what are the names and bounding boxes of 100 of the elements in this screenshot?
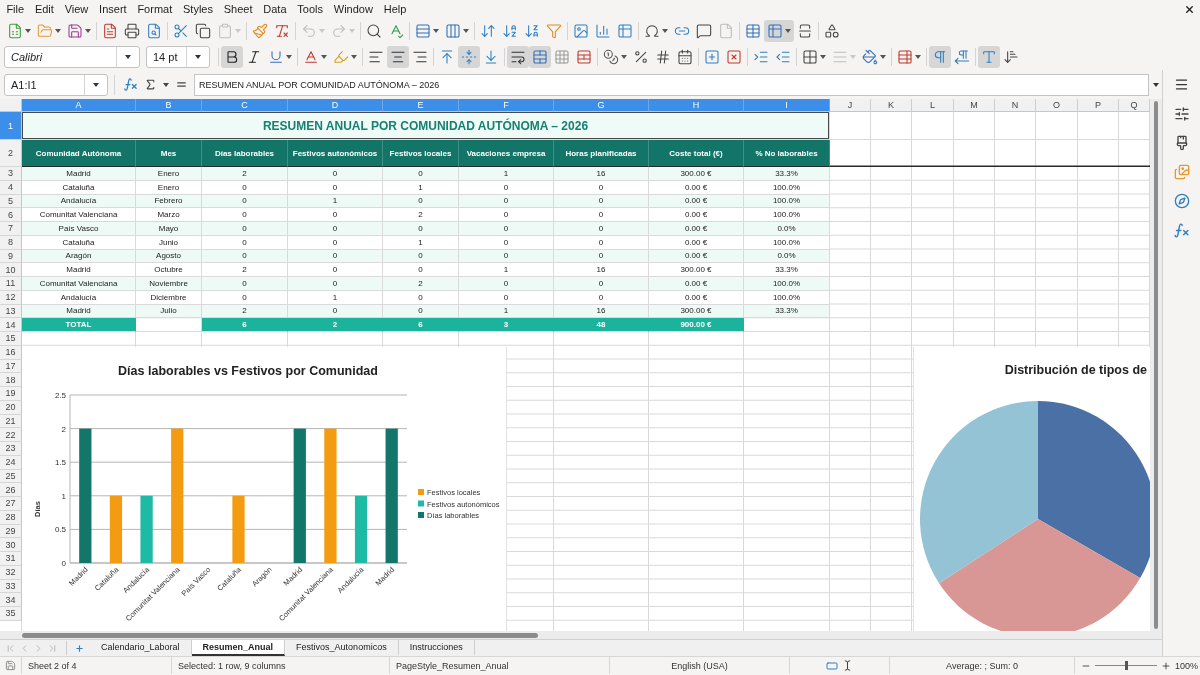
table-cell: 0 [288, 277, 383, 291]
menu-item[interactable]: Help [378, 1, 412, 17]
header-cell: Mes [136, 140, 202, 167]
sheet-tab[interactable]: Festivos_Autonomicos [285, 640, 399, 656]
freeze-button[interactable] [764, 20, 794, 42]
calendar-icon [677, 49, 693, 65]
menu-item[interactable]: Data [257, 1, 292, 17]
title-cell[interactable]: RESUMEN ANUAL POR COMUNIDAD AUTÓNOMA – 2026 [22, 112, 830, 140]
column-header[interactable]: J [830, 99, 871, 112]
properties-icon[interactable] [1173, 106, 1190, 122]
menu-item[interactable]: View [59, 1, 94, 17]
menu-item[interactable]: Format [132, 1, 178, 17]
sum-icon[interactable] [144, 78, 157, 91]
align-center-button[interactable] [387, 46, 409, 68]
left-to-right-button[interactable] [929, 46, 951, 68]
axis-label: 0 [61, 559, 66, 568]
bold-button[interactable] [221, 46, 243, 68]
align-middle-icon [461, 49, 477, 65]
header-cell: Festivos autonómicos [288, 140, 383, 167]
table-cell: 0 [288, 167, 383, 181]
name-box[interactable]: A1:I1 [4, 73, 108, 96]
save-icon[interactable] [5, 660, 16, 671]
row-header[interactable]: 34 [0, 593, 22, 607]
row-header[interactable]: 22 [0, 428, 22, 442]
menu-item[interactable]: Window [328, 1, 379, 17]
table-cell: 2 [288, 318, 383, 332]
paint-bucket-icon [862, 49, 878, 65]
row-header[interactable]: 19 [0, 387, 22, 401]
function-wizard-icon[interactable] [123, 77, 138, 92]
function-icon[interactable] [1173, 222, 1190, 239]
sheet-tab[interactable]: Calendario_Laboral [90, 640, 192, 656]
font-name-field[interactable]: Calibri [4, 46, 140, 68]
menu-item[interactable]: Insert [93, 1, 132, 17]
column-header[interactable]: P [1078, 99, 1119, 112]
row-header[interactable]: 10 [0, 263, 22, 277]
caret-icon [286, 55, 292, 59]
plus-icon[interactable] [1161, 660, 1171, 671]
menu-item[interactable]: Styles [177, 1, 219, 17]
row-header[interactable]: 31 [0, 552, 22, 566]
row-header[interactable]: 3 [0, 167, 22, 181]
row-header[interactable]: 18 [0, 373, 22, 387]
caret-icon [662, 29, 668, 33]
row-header[interactable]: 7 [0, 222, 22, 236]
table-cell: Madrid [22, 167, 136, 181]
table-cell: Mayo [136, 222, 202, 236]
row-header[interactable]: 23 [0, 442, 22, 456]
pilcrow-left-icon [954, 49, 970, 65]
menu-icon[interactable] [1173, 77, 1189, 92]
column-header[interactable]: Q [1119, 99, 1150, 112]
column-header[interactable]: M [954, 99, 995, 112]
row-header[interactable]: 35 [0, 607, 22, 621]
formula-input[interactable]: RESUMEN ANUAL POR COMUNIDAD AUTÓNOMA – 2026 [194, 73, 1150, 96]
caret-icon [125, 55, 131, 59]
borders-icon [802, 49, 818, 65]
plus-icon [704, 49, 720, 65]
row-header[interactable]: 6 [0, 208, 22, 222]
sheet-tab[interactable]: Resumen_Anual [191, 640, 286, 656]
row-header[interactable]: 15 [0, 332, 22, 346]
vertical-text-icon [1003, 49, 1019, 65]
redo-icon [331, 23, 347, 39]
header-cell: Horas planificadas [554, 140, 649, 167]
menu-item[interactable]: Edit [29, 1, 60, 17]
row-header[interactable]: 27 [0, 497, 22, 511]
zoom-level: 100% [1175, 660, 1199, 671]
merge-center-button[interactable] [529, 46, 551, 68]
compass-icon[interactable] [1173, 193, 1190, 209]
row-header[interactable]: 30 [0, 538, 22, 552]
menu-item[interactable]: Tools [291, 1, 329, 17]
slider-thumb[interactable] [1125, 661, 1128, 670]
table-cell: Enero [136, 167, 202, 181]
wrap-text-button[interactable] [507, 46, 529, 68]
image-icon [573, 23, 589, 39]
images-icon[interactable] [1173, 164, 1190, 180]
folder-icon [37, 23, 53, 39]
font-size-field[interactable]: 14 pt [146, 46, 210, 68]
row-header[interactable]: 2 [0, 140, 22, 167]
row-header[interactable]: 14 [0, 318, 22, 332]
table-cell: 300.00 € [649, 167, 744, 181]
column-header[interactable]: N [995, 99, 1036, 112]
column-header[interactable]: L [912, 99, 954, 112]
sheet-tab[interactable]: Instrucciones [398, 640, 475, 656]
selection-info: Selected: 1 row, 9 columns [178, 660, 286, 671]
scrollbar-thumb[interactable] [22, 632, 538, 638]
page-style: PageStyle_Resumen_Anual [396, 660, 509, 671]
caret-icon [433, 29, 439, 33]
coins-icon [603, 49, 619, 65]
column-header[interactable]: K [871, 99, 912, 112]
align-middle-button[interactable] [458, 46, 480, 68]
row-header[interactable]: 26 [0, 483, 22, 497]
header-cell: Vacaciones empresa [459, 140, 554, 167]
menu-item[interactable]: Sheet [218, 1, 258, 17]
scrollbar-thumb[interactable] [1154, 101, 1158, 629]
plus-icon[interactable] [75, 643, 84, 653]
table-icon [617, 23, 633, 39]
menu-item[interactable]: File [1, 1, 30, 17]
column-header[interactable]: O [1036, 99, 1078, 112]
row-header[interactable]: 11 [0, 277, 22, 291]
table-icon [767, 23, 783, 39]
text-cursor-icon[interactable] [842, 660, 853, 671]
table-cell: TOTAL [22, 318, 136, 332]
